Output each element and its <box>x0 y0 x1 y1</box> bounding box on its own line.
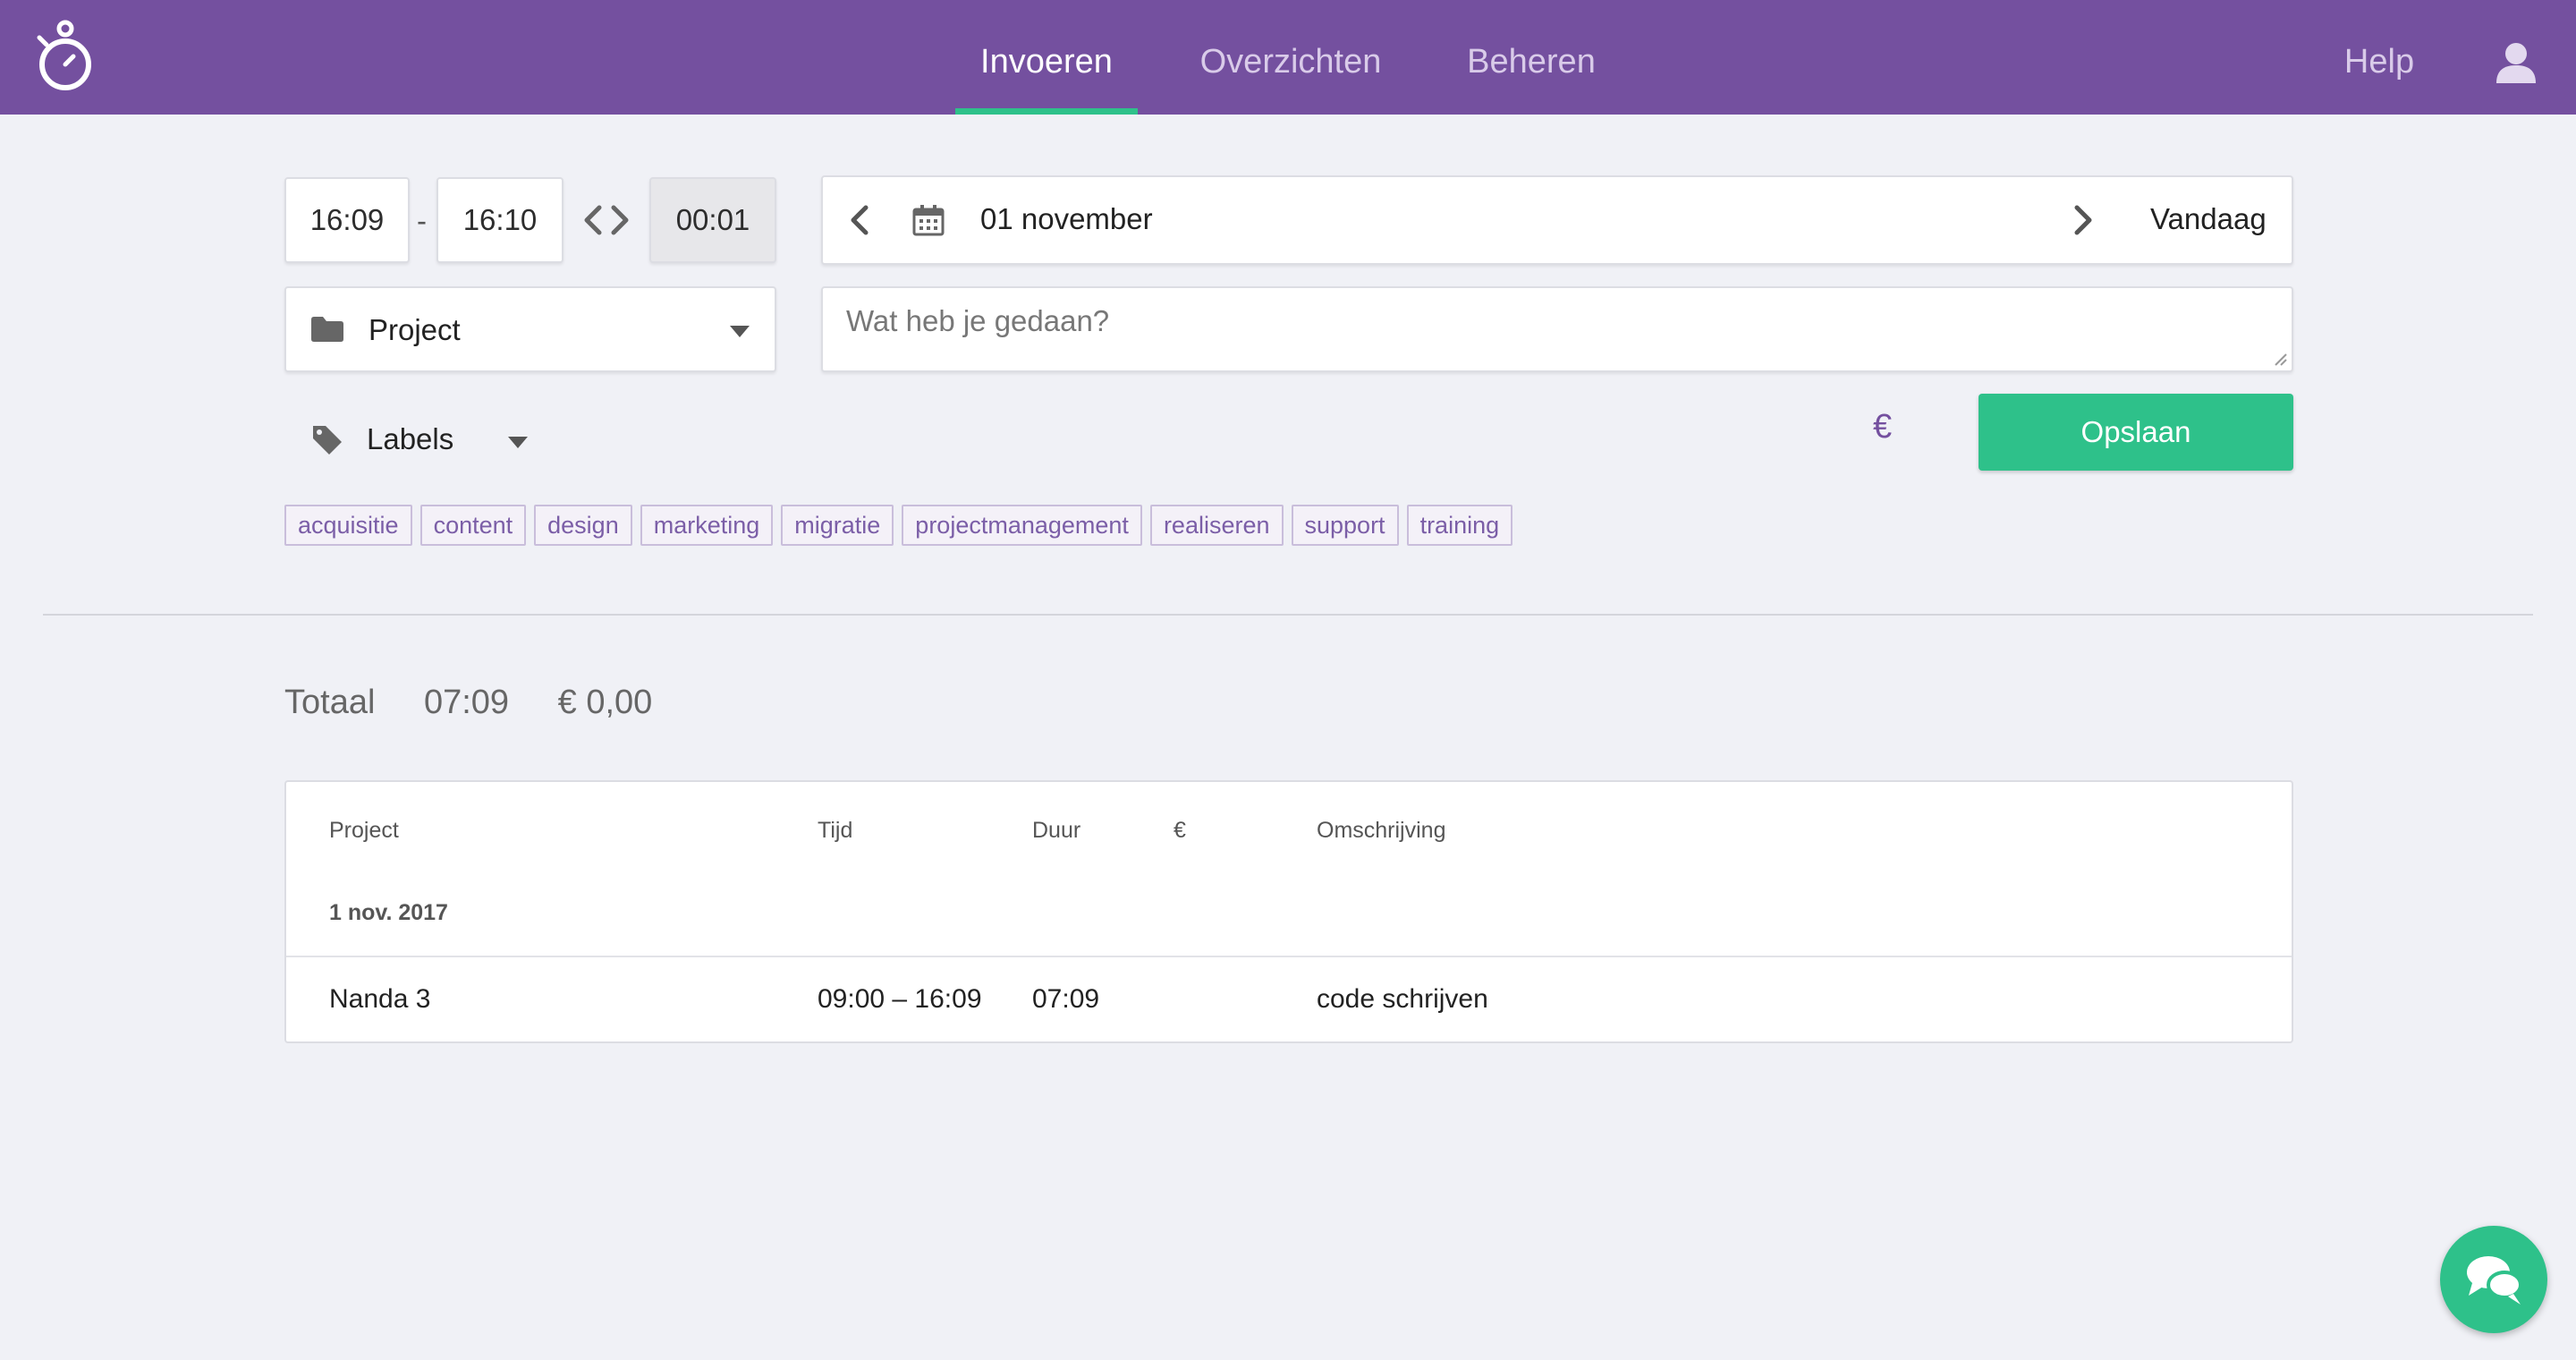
column-header-omschrijving: Omschrijving <box>1317 818 1446 843</box>
save-button[interactable]: Opslaan <box>1979 394 2293 471</box>
tag-chip-marketing[interactable]: marketing <box>640 505 774 546</box>
cell-tijd: 09:00 – 16:09 <box>818 984 982 1014</box>
cell-project: Nanda 3 <box>329 984 431 1014</box>
today-button[interactable]: Vandaag <box>2150 202 2267 236</box>
folder-icon <box>311 317 343 342</box>
chat-button[interactable] <box>2440 1226 2547 1333</box>
section-divider <box>43 614 2533 616</box>
user-icon[interactable] <box>2496 41 2537 84</box>
stopwatch-icon[interactable] <box>34 18 97 95</box>
date-picker: 01 november Vandaag <box>821 175 2293 265</box>
nav-tab-invoeren[interactable]: Invoeren <box>955 0 1138 115</box>
tag-chip-design[interactable]: design <box>534 505 632 546</box>
chevron-right-icon[interactable] <box>2070 202 2097 238</box>
column-header-tijd: Tijd <box>818 818 853 843</box>
chat-bubbles-icon <box>2467 1256 2522 1305</box>
description-textarea[interactable]: Wat heb je gedaan? <box>821 286 2293 372</box>
billable-toggle[interactable]: € <box>1873 408 1892 446</box>
tag-icon <box>313 426 342 455</box>
column-header-project: Project <box>329 818 399 843</box>
duration-input[interactable]: 00:01 <box>649 177 776 263</box>
caret-down-icon <box>730 326 750 337</box>
resize-handle-icon[interactable] <box>2272 351 2288 367</box>
tag-chip-content[interactable]: content <box>419 505 527 546</box>
table-row[interactable]: Nanda 3 09:00 – 16:09 07:09 code schrijv… <box>286 957 2292 1043</box>
labels-label: Labels <box>367 422 454 455</box>
top-navbar: Invoeren Overzichten Beheren Help <box>0 0 2576 115</box>
cell-duur: 07:09 <box>1032 984 1100 1014</box>
nav-tab-label: Overzichten <box>1199 43 1382 81</box>
totals-time: 07:09 <box>423 684 510 721</box>
tag-chip-projectmanagement[interactable]: projectmanagement <box>902 505 1142 546</box>
time-separator: - <box>417 204 427 237</box>
entries-table: Project Tijd Duur € Omschrijving 1 nov. … <box>284 780 2293 1043</box>
active-tab-indicator <box>955 108 1138 115</box>
nav-help-link[interactable]: Help <box>2326 0 2433 115</box>
tag-chip-acquisitie[interactable]: acquisitie <box>284 505 412 546</box>
column-header-euro: € <box>1174 818 1186 843</box>
project-select[interactable]: Project <box>284 286 776 372</box>
help-label: Help <box>2343 43 2415 81</box>
column-header-duur: Duur <box>1032 818 1081 843</box>
end-time-input[interactable]: 16:10 <box>436 177 564 263</box>
date-label: 01 november <box>980 202 1153 235</box>
end-time-value: 16:10 <box>462 203 538 236</box>
totals-summary: Totaal 07:09 € 0,00 <box>284 684 691 722</box>
labels-dropdown[interactable]: Labels <box>284 412 544 469</box>
duration-value: 00:01 <box>675 203 750 236</box>
nav-tab-label: Beheren <box>1467 43 1596 81</box>
nav-tab-label: Invoeren <box>980 43 1113 81</box>
caret-down-icon <box>508 437 528 448</box>
calendar-icon[interactable] <box>912 204 945 236</box>
start-time-input[interactable]: 16:09 <box>284 177 410 263</box>
totals-amount: € 0,00 <box>557 684 653 721</box>
tag-chip-support[interactable]: support <box>1291 505 1399 546</box>
tag-chip-realiseren[interactable]: realiseren <box>1149 505 1284 546</box>
date-group-header: 1 nov. 2017 <box>329 900 448 925</box>
totals-label: Totaal <box>284 684 376 721</box>
start-time-value: 16:09 <box>309 203 385 236</box>
chevron-left-icon[interactable] <box>846 202 873 238</box>
project-select-label: Project <box>369 313 461 346</box>
nav-tab-overzichten[interactable]: Overzichten <box>1172 0 1410 115</box>
code-toggle-icon[interactable] <box>583 202 630 238</box>
tag-chip-migratie[interactable]: migratie <box>781 505 894 546</box>
tag-list: acquisitie content design marketing migratie… <box>284 505 1513 546</box>
description-placeholder: Wat heb je gedaan? <box>846 304 1110 337</box>
cell-omschrijving: code schrijven <box>1317 984 1488 1014</box>
tag-chip-training[interactable]: training <box>1406 505 1513 546</box>
nav-tab-beheren[interactable]: Beheren <box>1449 0 1614 115</box>
